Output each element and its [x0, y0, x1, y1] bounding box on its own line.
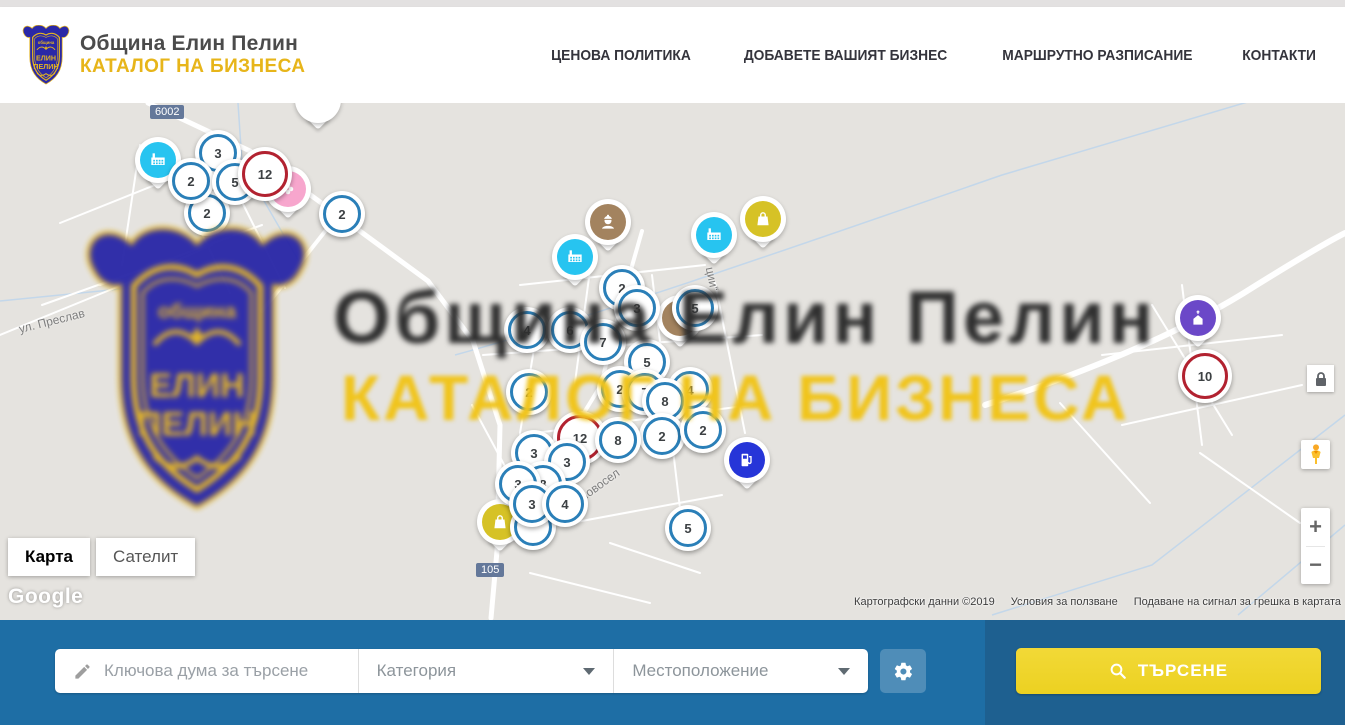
- fuel-pin-marker[interactable]: [724, 437, 770, 483]
- municipality-shield-icon: община ЕЛИН ПЕЛИН: [22, 25, 70, 86]
- brand-text: Община Елин Пелин КАТАЛОГ НА БИЗНЕСА: [80, 32, 305, 78]
- location-dropdown-label: Местоположение: [632, 661, 838, 681]
- map-type-control: Карта Сателит: [8, 538, 195, 576]
- category-dropdown[interactable]: Категория: [359, 649, 615, 693]
- cluster-marker[interactable]: 2: [506, 369, 552, 415]
- cluster-count: 2: [643, 417, 681, 455]
- padlock-icon: [1314, 371, 1328, 387]
- attribution-terms-link[interactable]: Условия за ползване: [1011, 596, 1118, 608]
- cluster-count: 8: [599, 421, 637, 459]
- cluster-marker[interactable]: 5: [665, 505, 711, 551]
- keyword-field-wrap: [55, 649, 359, 693]
- attribution-report-link[interactable]: Подаване на сигнал за грешка в картата: [1134, 596, 1341, 608]
- zoom-control: + −: [1301, 508, 1330, 584]
- keyword-search-input[interactable]: [102, 660, 358, 682]
- cluster-count: 3: [618, 289, 656, 327]
- cluster-marker[interactable]: 3: [614, 285, 660, 331]
- factory-icon: [557, 239, 593, 275]
- cluster-marker[interactable]: 10: [1178, 349, 1232, 403]
- nav-item-pricing[interactable]: ЦЕНОВА ПОЛИТИКА: [551, 47, 691, 64]
- nav-item-add-business[interactable]: ДОБАВЕТЕ ВАШИЯТ БИЗНЕС: [744, 47, 947, 64]
- cluster-marker[interactable]: 8: [595, 417, 641, 463]
- cluster-count: 5: [669, 509, 707, 547]
- brand-subtitle: КАТАЛОГ НА БИЗНЕСА: [80, 56, 305, 78]
- factory-icon: [696, 217, 732, 253]
- map-type-map-button[interactable]: Карта: [8, 538, 90, 576]
- svg-text:ЕЛИН: ЕЛИН: [36, 54, 56, 62]
- search-submit-button[interactable]: ТЪРСЕНЕ: [1016, 648, 1321, 694]
- category-dropdown-label: Категория: [377, 661, 584, 681]
- search-icon: [1109, 662, 1127, 680]
- pencil-icon: [73, 662, 92, 681]
- brand-title: Община Елин Пелин: [80, 32, 305, 56]
- search-panel: Категория Местоположение: [55, 649, 868, 693]
- plain-pin-marker[interactable]: [295, 103, 341, 123]
- lock-button[interactable]: [1307, 365, 1334, 392]
- google-logo[interactable]: Google: [8, 585, 83, 609]
- cluster-marker[interactable]: 7: [580, 319, 626, 365]
- caret-down-icon: [583, 668, 595, 675]
- attribution-copyright: Картографски данни ©2019: [854, 596, 995, 608]
- cluster-count: 5: [676, 289, 714, 327]
- cluster-count: 2: [684, 411, 722, 449]
- cluster-marker[interactable]: 12: [238, 147, 292, 201]
- church-icon: [1180, 300, 1216, 336]
- cluster-count: 2: [510, 373, 548, 411]
- cluster-count: 7: [584, 323, 622, 361]
- map-type-satellite-button[interactable]: Сателит: [96, 538, 195, 576]
- cluster-marker[interactable]: 4: [504, 307, 550, 353]
- svg-text:ПЕЛИН: ПЕЛИН: [33, 62, 58, 70]
- cluster-count: 4: [508, 311, 546, 349]
- road-number-badge: 105: [476, 563, 504, 577]
- cluster-marker[interactable]: 4: [542, 481, 588, 527]
- pegman-icon: [1308, 444, 1324, 466]
- zoom-out-button[interactable]: −: [1301, 547, 1330, 585]
- pegman-button[interactable]: [1301, 440, 1330, 469]
- gear-icon: [893, 661, 914, 682]
- factory-pin-marker[interactable]: [552, 234, 598, 280]
- nav-item-route-schedule[interactable]: МАРШРУТНО РАЗПИСАНИЕ: [1002, 47, 1192, 64]
- location-dropdown[interactable]: Местоположение: [614, 649, 868, 693]
- cluster-marker[interactable]: 2: [680, 407, 726, 453]
- map-attribution: Картографски данни ©2019 Условия за полз…: [854, 596, 1341, 608]
- caret-down-icon: [838, 668, 850, 675]
- cluster-count: 4: [546, 485, 584, 523]
- bag-pin-marker[interactable]: [740, 196, 786, 242]
- road-number-badge: 6002: [150, 105, 184, 119]
- zoom-in-button[interactable]: +: [1301, 508, 1330, 546]
- header: община ЕЛИН ПЕЛИН Община Елин Пелин КАТА…: [0, 7, 1345, 103]
- cluster-marker[interactable]: 2: [639, 413, 685, 459]
- cluster-marker[interactable]: 5: [672, 285, 718, 331]
- advanced-settings-button[interactable]: [880, 649, 926, 693]
- fuel-icon: [729, 442, 765, 478]
- brand-logo[interactable]: община ЕЛИН ПЕЛИН Община Елин Пелин КАТА…: [22, 25, 305, 86]
- cluster-count: 12: [242, 151, 288, 197]
- cluster-count: 2: [172, 162, 210, 200]
- cluster-count: 10: [1182, 353, 1228, 399]
- cluster-marker[interactable]: 2: [168, 158, 214, 204]
- svg-text:община: община: [38, 40, 55, 45]
- search-button-label: ТЪРСЕНЕ: [1138, 661, 1228, 681]
- top-strip: [0, 0, 1345, 7]
- cluster-count: 2: [323, 195, 361, 233]
- search-bar: Категория Местоположение ТЪРСЕНЕ: [0, 620, 1345, 725]
- factory-pin-marker[interactable]: [691, 212, 737, 258]
- nav-item-contacts[interactable]: КОНТАКТИ: [1242, 47, 1316, 64]
- cluster-marker[interactable]: 2: [319, 191, 365, 237]
- bag-icon: [745, 201, 781, 237]
- church-pin-marker[interactable]: [1175, 295, 1221, 341]
- main-nav: ЦЕНОВА ПОЛИТИКА ДОБАВЕТЕ ВАШИЯТ БИЗНЕС М…: [545, 47, 1319, 64]
- google-map[interactable]: 232512223546752472812228338334510ул. Пре…: [0, 103, 1345, 620]
